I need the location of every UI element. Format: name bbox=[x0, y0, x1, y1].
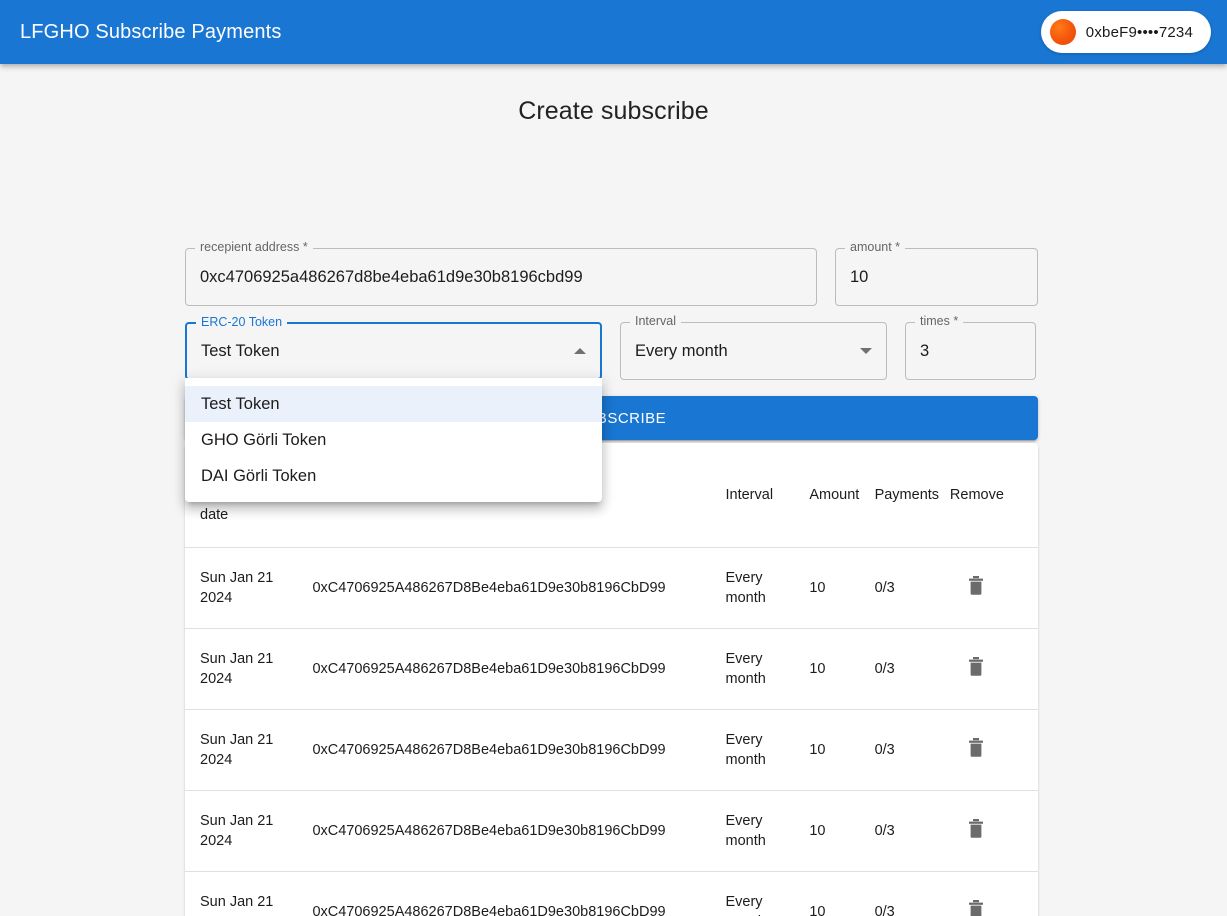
cell-interval: Every month bbox=[715, 628, 802, 710]
cell-remove bbox=[949, 790, 1038, 872]
cell-last-payment-date: Sun Jan 21 2024 bbox=[185, 790, 300, 872]
table-row: Sun Jan 21 2024 0xC4706925A486267D8Be4eb… bbox=[185, 709, 1038, 791]
remove-subscription-button[interactable] bbox=[968, 818, 984, 839]
cell-amount: 10 bbox=[809, 903, 826, 916]
table-body: Sun Jan 21 2024 0xC4706925A486267D8Be4eb… bbox=[185, 547, 1038, 916]
subscriptions-table-card: Last payment date Recepient Interval Amo… bbox=[185, 443, 1038, 916]
app-bar: LFGHO Subscribe Payments 0xbeF9••••7234 bbox=[0, 0, 1227, 64]
column-header-remove: Remove bbox=[949, 443, 1038, 548]
erc20-token-dropdown-menu[interactable]: Test Token GHO Görli Token DAI Görli Tok… bbox=[185, 378, 602, 502]
dropdown-option-dai-gorli-token[interactable]: DAI Görli Token bbox=[185, 458, 602, 494]
trash-icon bbox=[968, 575, 983, 595]
wallet-connect-button[interactable]: 0xbeF9••••7234 bbox=[1040, 11, 1211, 53]
chevron-down-icon bbox=[860, 348, 872, 354]
app-title: LFGHO Subscribe Payments bbox=[20, 20, 282, 43]
recipient-address-label: recepient address * bbox=[195, 241, 313, 254]
amount-value: 10 bbox=[850, 267, 869, 286]
page-title: Create subscribe bbox=[518, 97, 709, 125]
cell-amount: 10 bbox=[801, 790, 870, 872]
form-row-2: ERC-20 Token Test Token Interval Every m… bbox=[185, 315, 1038, 380]
cell-recipient: 0xC4706925A486267D8Be4eba61D9e30b8196CbD… bbox=[299, 628, 716, 710]
times-field[interactable]: times * 3 bbox=[905, 315, 1036, 380]
wallet-address-label: 0xbeF9••••7234 bbox=[1085, 23, 1193, 41]
cell-interval: Every month bbox=[715, 790, 802, 872]
dropdown-option-gho-gorli-token[interactable]: GHO Görli Token bbox=[185, 422, 602, 458]
trash-icon bbox=[968, 818, 983, 838]
cell-amount: 10 bbox=[801, 709, 870, 791]
times-value: 3 bbox=[920, 341, 930, 360]
chevron-up-icon bbox=[574, 348, 586, 354]
cell-amount: 10 bbox=[801, 628, 870, 710]
cell-payments: 0/3 bbox=[869, 709, 950, 791]
cell-payments: 0/3 bbox=[874, 903, 895, 916]
cell-recipient: 0xC4706925A486267D8Be4eba61D9e30b8196CbD… bbox=[299, 709, 716, 791]
table-row: Sun Jan 21 2024 0xC4706925A486267D8Be4eb… bbox=[185, 547, 1038, 629]
erc20-token-label: ERC-20 Token bbox=[196, 316, 288, 329]
remove-subscription-button[interactable] bbox=[968, 575, 984, 596]
cell-remove bbox=[949, 709, 1038, 791]
amount-field[interactable]: amount * 10 bbox=[835, 241, 1038, 306]
trash-icon bbox=[968, 737, 983, 757]
column-header-interval: Interval bbox=[715, 443, 802, 548]
wallet-avatar-icon bbox=[1049, 19, 1076, 45]
cell-interval: Every month bbox=[715, 547, 802, 629]
cell-recipient: 0xC4706925A486267D8Be4eba61D9e30b8196CbD… bbox=[312, 903, 666, 916]
cell-interval: Every month bbox=[715, 709, 802, 791]
cell-remove bbox=[950, 871, 1038, 916]
column-header-payments: Payments bbox=[869, 443, 950, 548]
table-row: Sun Jan 21 2024 0xC4706925A486267D8Be4eb… bbox=[185, 628, 1038, 710]
cell-interval: Every month bbox=[725, 893, 765, 916]
cell-last-payment-date: Sun Jan 21 2024 bbox=[200, 893, 274, 916]
subscriptions-table: Last payment date Recepient Interval Amo… bbox=[185, 443, 1038, 916]
dropdown-option-test-token[interactable]: Test Token bbox=[185, 386, 602, 422]
form-row-1: recepient address * 0xc4706925a486267d8b… bbox=[185, 241, 1038, 306]
remove-subscription-button[interactable] bbox=[968, 656, 984, 677]
table-row: Sun Jan 21 2024 0xC4706925A486267D8Be4eb… bbox=[185, 871, 1038, 916]
recipient-address-field[interactable]: recepient address * 0xc4706925a486267d8b… bbox=[185, 241, 817, 306]
times-label: times * bbox=[915, 315, 964, 328]
cell-payments: 0/3 bbox=[869, 790, 950, 872]
cell-remove bbox=[949, 628, 1038, 710]
table-row: Sun Jan 21 2024 0xC4706925A486267D8Be4eb… bbox=[185, 790, 1038, 872]
column-header-amount: Amount bbox=[801, 443, 870, 548]
erc20-token-select[interactable]: ERC-20 Token Test Token bbox=[185, 316, 602, 380]
cell-payments: 0/3 bbox=[869, 547, 950, 629]
amount-label: amount * bbox=[845, 241, 906, 254]
remove-subscription-button[interactable] bbox=[968, 737, 984, 758]
recipient-address-value: 0xc4706925a486267d8be4eba61d9e30b8196cbd… bbox=[200, 267, 583, 286]
cell-last-payment-date: Sun Jan 21 2024 bbox=[185, 547, 300, 629]
erc20-token-value: Test Token bbox=[201, 341, 280, 360]
interval-value: Every month bbox=[635, 341, 728, 360]
cell-last-payment-date: Sun Jan 21 2024 bbox=[185, 628, 300, 710]
cell-last-payment-date: Sun Jan 21 2024 bbox=[185, 709, 300, 791]
cell-recipient: 0xC4706925A486267D8Be4eba61D9e30b8196CbD… bbox=[299, 790, 716, 872]
trash-icon bbox=[968, 899, 983, 916]
trash-icon bbox=[968, 656, 983, 676]
cell-recipient: 0xC4706925A486267D8Be4eba61D9e30b8196CbD… bbox=[299, 547, 716, 629]
interval-label: Interval bbox=[630, 315, 681, 328]
cell-remove bbox=[949, 547, 1038, 629]
interval-select[interactable]: Interval Every month bbox=[620, 315, 887, 380]
cell-amount: 10 bbox=[801, 547, 870, 629]
page-content: Create subscribe recepient address * 0xc… bbox=[0, 97, 1227, 916]
cell-payments: 0/3 bbox=[869, 628, 950, 710]
remove-subscription-button[interactable] bbox=[968, 899, 984, 916]
